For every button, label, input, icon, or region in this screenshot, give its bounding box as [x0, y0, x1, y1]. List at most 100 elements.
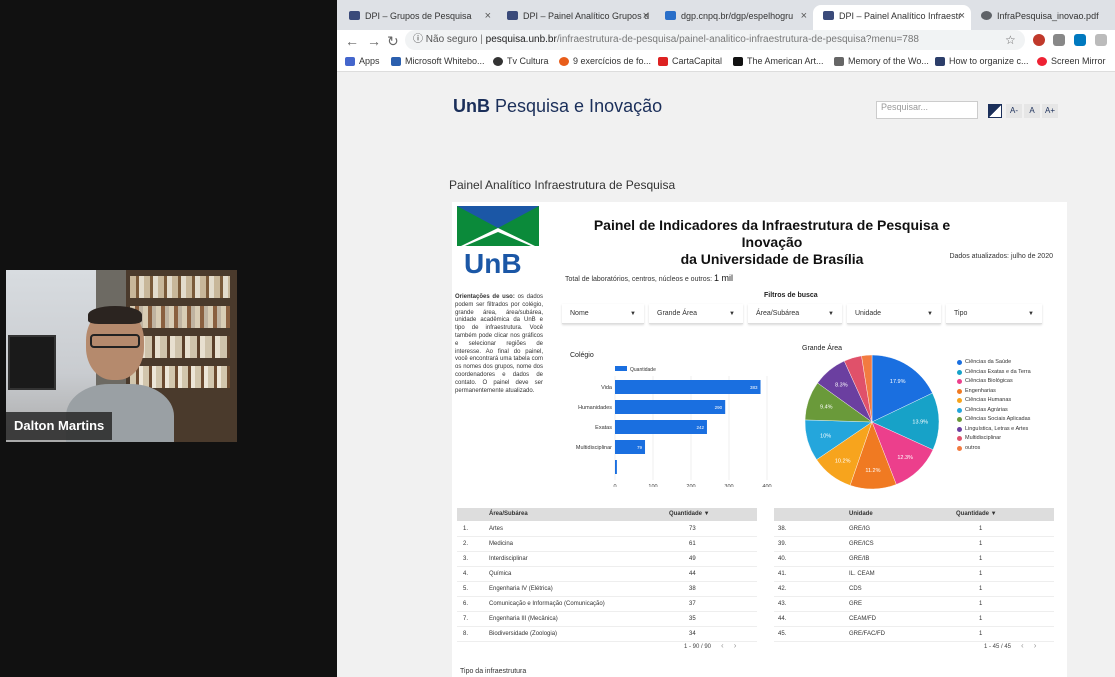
- info-icon[interactable]: ⓘ: [413, 34, 423, 45]
- reload-icon[interactable]: ↻: [387, 33, 399, 50]
- table-row[interactable]: 4. Química 44: [457, 567, 757, 582]
- table-row[interactable]: 40. GRE/IB 1: [774, 552, 1054, 567]
- table-row[interactable]: 45. GRE/FAC/FD 1: [774, 627, 1054, 642]
- table-cell: 61: [689, 541, 696, 547]
- video-call-area: Dalton Martins: [0, 0, 337, 677]
- table-cell: CDS: [849, 586, 862, 592]
- table-header-area[interactable]: Área/Subárea: [489, 508, 528, 521]
- legend-item[interactable]: Ciências Humanas: [957, 397, 1062, 404]
- table-cell: 1: [979, 601, 983, 607]
- table-row[interactable]: 1. Artes 73: [457, 522, 757, 537]
- table-row[interactable]: 5. Engenharia IV (Elétrica) 38: [457, 582, 757, 597]
- table-header: Área/Subárea Quantidade ▼: [457, 508, 757, 521]
- table-row[interactable]: 3. Interdisciplinar 49: [457, 552, 757, 567]
- font-decrease-button[interactable]: A-: [1006, 104, 1022, 118]
- bookmark-tv-cultura[interactable]: Tv Cultura: [493, 56, 549, 66]
- table-cell: 41.: [778, 571, 787, 577]
- legend-item[interactable]: Ciências Biológicas: [957, 378, 1062, 385]
- bookmark-star-icon[interactable]: ☆: [1005, 33, 1016, 47]
- filter-grande-area[interactable]: Grande Área ▼: [649, 304, 743, 324]
- url-omnibox[interactable]: ⓘ Não seguro | pesquisa.unb.br/infraestr…: [405, 30, 1025, 50]
- site-title[interactable]: UnB Pesquisa e Inovação: [453, 96, 662, 117]
- bookmark-whiteboard[interactable]: Microsoft Whitebo...: [391, 56, 485, 66]
- unesco-icon: [834, 57, 844, 66]
- table-cell: GRE/IG: [849, 526, 871, 532]
- browser-tab-4-active[interactable]: DPI – Painel Analítico Infraestr ×: [813, 5, 971, 32]
- legend-item[interactable]: Ciências da Saúde: [957, 359, 1062, 366]
- filter-nome[interactable]: Nome ▼: [562, 304, 644, 324]
- table-header-unidade[interactable]: Unidade: [849, 508, 873, 521]
- table-cell: 2.: [463, 541, 469, 547]
- legend-item[interactable]: Linguística, Letras e Artes: [957, 426, 1062, 433]
- forward-arrow-icon[interactable]: →: [367, 33, 381, 49]
- close-tab-icon[interactable]: ×: [959, 5, 965, 27]
- table-row[interactable]: 6. Comunicação e Informação (Comunicação)…: [457, 597, 757, 612]
- cartacapital-icon: [658, 57, 668, 66]
- bookmark-screen-mirror[interactable]: Screen Mirror: [1037, 56, 1106, 66]
- bookmark-organize[interactable]: How to organize c...: [935, 56, 1029, 66]
- bookmark-exercicios[interactable]: 9 exercícios de fo...: [559, 56, 651, 66]
- person-hair: [88, 306, 142, 324]
- browser-tab-5[interactable]: InfraPesquisa_inovao.pdf: [971, 5, 1115, 32]
- next-page-icon[interactable]: ›: [734, 641, 737, 650]
- legend-item[interactable]: outros: [957, 445, 1062, 452]
- legend-item[interactable]: Ciências Agrárias: [957, 407, 1062, 414]
- table-row[interactable]: 42. CDS 1: [774, 582, 1054, 597]
- next-page-icon[interactable]: ›: [1034, 641, 1037, 650]
- colegio-bar-chart[interactable]: Quantidade 0 100 200 300 400 Vida 383 Humanidade…: [557, 362, 777, 487]
- browser-tab-1[interactable]: DPI – Grupos de Pesquisa ×: [339, 5, 497, 32]
- prev-page-icon[interactable]: ‹: [721, 641, 724, 650]
- bookmark-cartacapital[interactable]: CartaCapital: [658, 56, 722, 66]
- browser-tab-2[interactable]: DPI – Painel Analítico Grupos d ×: [497, 5, 655, 32]
- font-increase-button[interactable]: A+: [1042, 104, 1058, 118]
- table-row[interactable]: 39. GRE/ICS 1: [774, 537, 1054, 552]
- table-cell: 1: [979, 526, 983, 532]
- bookmark-apps[interactable]: Apps: [345, 56, 380, 66]
- legend-item[interactable]: Engenharias: [957, 388, 1062, 395]
- table-row[interactable]: 8. Biodiversidade (Zoologia) 34: [457, 627, 757, 642]
- legend-item[interactable]: Ciências Sociais Aplicadas: [957, 416, 1062, 423]
- pie-slice-label: 11.2%: [865, 468, 880, 474]
- extension-puzzle-icon[interactable]: [1095, 34, 1107, 46]
- contrast-flag-icon[interactable]: [988, 104, 1002, 118]
- bookmark-american-art[interactable]: The American Art...: [733, 56, 824, 66]
- table-cell: GRE/FAC/FD: [849, 631, 886, 637]
- table-row[interactable]: 38. GRE/IG 1: [774, 522, 1054, 537]
- filter-tipo[interactable]: Tipo ▼: [946, 304, 1042, 324]
- close-tab-icon[interactable]: ×: [801, 5, 807, 27]
- table-row[interactable]: 43. GRE 1: [774, 597, 1054, 612]
- font-reset-button[interactable]: A: [1024, 104, 1040, 118]
- legend-item[interactable]: Ciências Exatas e da Terra: [957, 369, 1062, 376]
- table-row[interactable]: 41. IL. CEAM 1: [774, 567, 1054, 582]
- pie-slice-label: 10.2%: [835, 458, 851, 464]
- table-cell: 37: [689, 601, 696, 607]
- table-cell: Interdisciplinar: [489, 556, 528, 562]
- category-label: Exatas: [595, 425, 612, 431]
- bookmark-memory-world[interactable]: Memory of the Wo...: [834, 56, 929, 66]
- pocket-icon[interactable]: [1053, 34, 1065, 46]
- pie-slice-label: 17.9%: [890, 379, 906, 385]
- close-tab-icon[interactable]: ×: [485, 5, 491, 27]
- table-row[interactable]: 2. Medicina 61: [457, 537, 757, 552]
- bar: [615, 460, 617, 474]
- prev-page-icon[interactable]: ‹: [1021, 641, 1024, 650]
- filter-area-subarea[interactable]: Área/Subárea ▼: [748, 304, 842, 324]
- table-row[interactable]: 44. CEAM/FD 1: [774, 612, 1054, 627]
- filter-unidade[interactable]: Unidade ▼: [847, 304, 941, 324]
- table-row[interactable]: 7. Engenharia III (Mecânica) 35: [457, 612, 757, 627]
- browser-tab-3[interactable]: dgp.cnpq.br/dgp/espelhogru ×: [655, 5, 813, 32]
- extension-red-icon[interactable]: [1033, 34, 1045, 46]
- table-cell: 73: [689, 526, 696, 532]
- grande-area-pie-chart[interactable]: 17.9% 13.9% 12.3% 11.2% 10.2% 10% 9.4% 8.3%: [802, 352, 942, 492]
- back-arrow-icon[interactable]: ←: [345, 33, 359, 49]
- site-search-input[interactable]: Pesquisar...: [876, 101, 978, 119]
- table-cell: 38: [689, 586, 696, 592]
- table-header-quantidade[interactable]: Quantidade ▼: [669, 508, 710, 521]
- table-cell: 45.: [778, 631, 787, 637]
- table-cell: 7.: [463, 616, 469, 622]
- legend-item[interactable]: Multidisciplinar: [957, 435, 1062, 442]
- close-tab-icon[interactable]: ×: [643, 5, 649, 27]
- dropdown-arrow-icon: ▼: [1028, 311, 1034, 317]
- table-header-quantidade[interactable]: Quantidade ▼: [956, 508, 997, 521]
- trello-icon[interactable]: [1074, 34, 1086, 46]
